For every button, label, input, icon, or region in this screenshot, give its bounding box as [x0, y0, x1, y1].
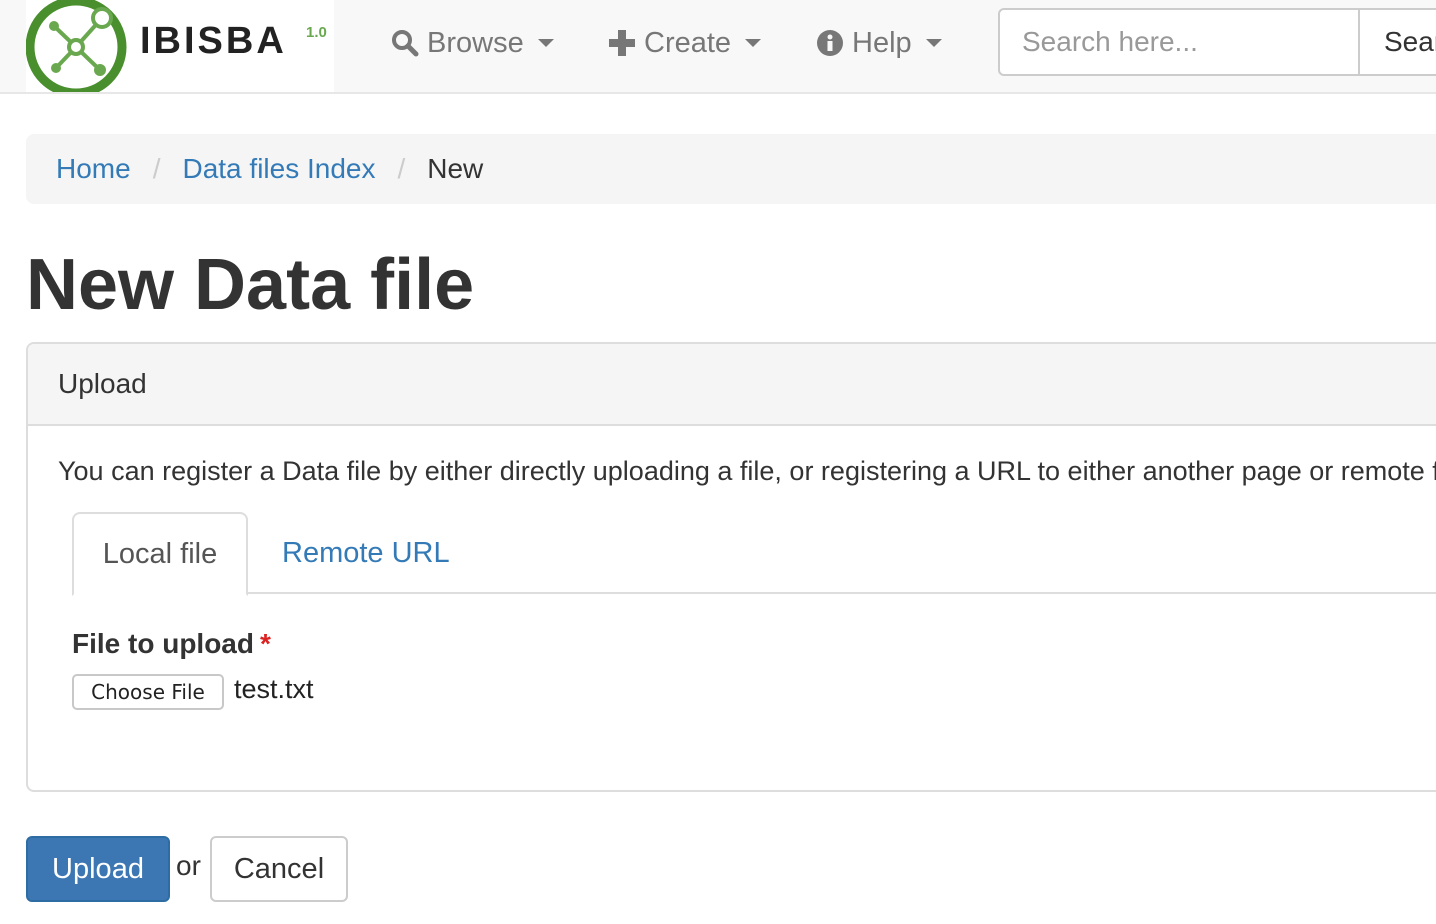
required-marker: *: [260, 628, 271, 659]
help-menu[interactable]: Help: [816, 22, 942, 64]
plus-icon: [608, 29, 636, 57]
page-title: New Data file: [26, 245, 475, 325]
browse-menu-label: Browse: [427, 26, 524, 59]
file-to-upload-label: File to upload *: [72, 628, 271, 660]
search-button[interactable]: Search: [1358, 8, 1436, 76]
create-menu-label: Create: [644, 26, 732, 59]
breadcrumb: Home / Data files Index / New: [26, 134, 1436, 204]
file-to-upload-label-text: File to upload: [72, 628, 254, 659]
selected-file-name: test.txt: [234, 674, 314, 704]
chevron-down-icon: [925, 39, 942, 47]
or-text: or: [176, 850, 201, 881]
breadcrumb-separator: /: [152, 153, 161, 184]
breadcrumb-home-link[interactable]: Home: [56, 153, 131, 185]
search-icon: [391, 29, 419, 57]
brand-text: IBISBA: [140, 20, 287, 62]
chevron-down-icon: [745, 39, 762, 47]
ibisba-logo-icon: [26, 0, 127, 92]
top-navbar: IBISBA 1.0 Browse Create Help Search her…: [0, 0, 1436, 94]
browse-menu[interactable]: Browse: [391, 22, 554, 64]
cancel-button[interactable]: Cancel: [210, 836, 348, 902]
breadcrumb-data-files-index-link[interactable]: Data files Index: [182, 153, 375, 185]
panel-heading: Upload: [28, 344, 1436, 426]
brand-logo[interactable]: IBISBA 1.0: [26, 0, 334, 92]
upload-button[interactable]: Upload: [26, 836, 170, 902]
brand-version: 1.0: [306, 24, 327, 41]
chevron-down-icon: [537, 39, 554, 47]
breadcrumb-separator: /: [397, 153, 406, 184]
breadcrumb-current: New: [427, 153, 484, 184]
search-input[interactable]: [998, 8, 1360, 76]
upload-tabs: Local file Remote URL: [72, 512, 1436, 596]
panel-intro-text: You can register a Data file by either d…: [58, 456, 1436, 486]
info-circle-icon: [816, 29, 844, 57]
choose-file-button[interactable]: Choose File: [72, 674, 224, 710]
tab-local-file[interactable]: Local file: [72, 512, 248, 596]
tab-remote-url[interactable]: Remote URL: [282, 512, 450, 594]
help-menu-label: Help: [852, 26, 912, 59]
create-menu[interactable]: Create: [608, 22, 762, 64]
upload-panel: Upload You can register a Data file by e…: [26, 342, 1436, 792]
